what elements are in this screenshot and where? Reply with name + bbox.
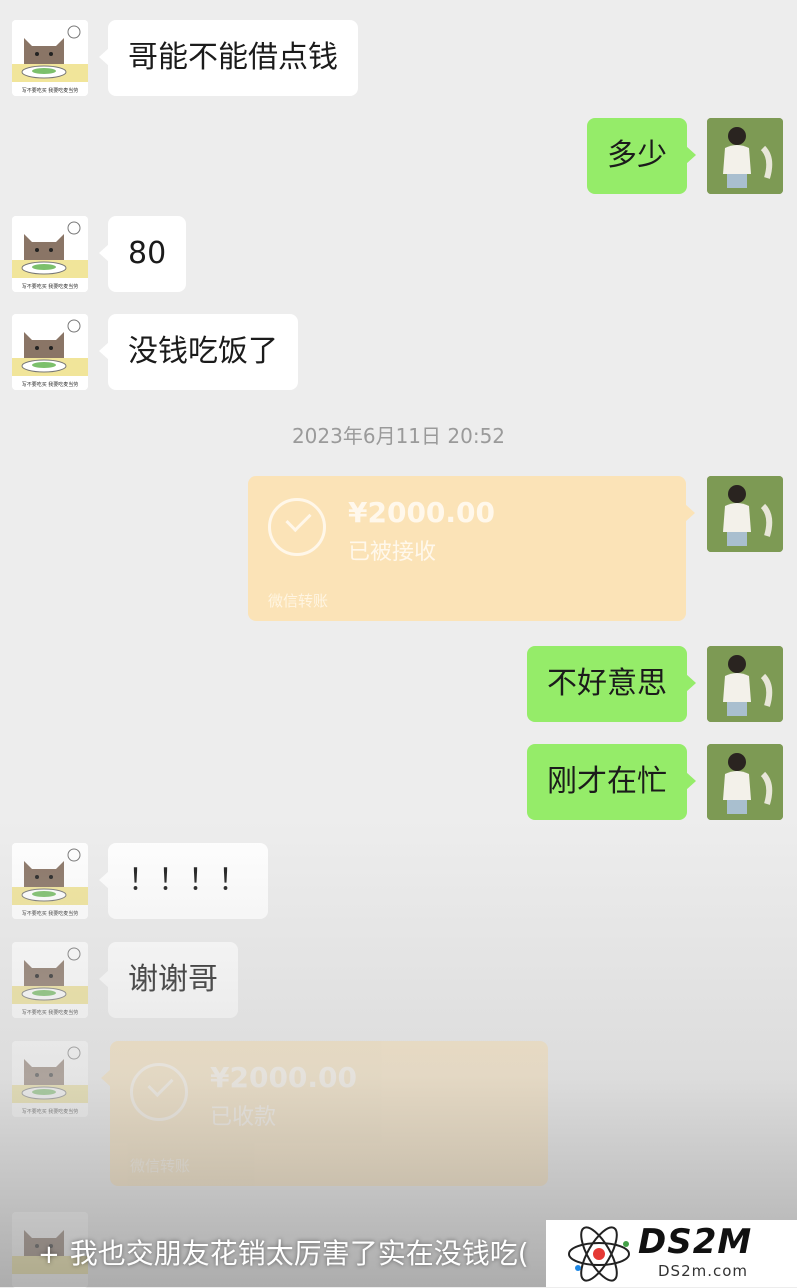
svg-text:写不要吃买 我要吃麦当劳: 写不要吃买 我要吃麦当劳 [22, 381, 79, 388]
message-text: 80 [128, 236, 167, 271]
contact-avatar[interactable]: 写不要吃买 我要吃麦当劳 [12, 942, 88, 1018]
self-avatar[interactable] [707, 476, 783, 552]
message-text: 没钱吃饭了 [128, 334, 278, 369]
transfer-footer: 微信转账 [268, 592, 329, 610]
message-incoming[interactable]: 没钱吃饭了 [99, 314, 298, 390]
cat-avatar-icon: 写不要吃买 我要吃麦当劳 [12, 314, 88, 390]
contact-avatar[interactable]: 写不要吃买 我要吃麦当劳 [12, 20, 88, 96]
message-text: 哥能不能借点钱 [128, 40, 338, 75]
transfer-footer: 微信转账 [130, 1157, 191, 1175]
transfer-amount: ¥2000.00 [210, 1061, 358, 1094]
transfer-card-incoming[interactable]: ¥2000.00 已收款 微信转账 [101, 1041, 548, 1186]
contact-avatar[interactable]: 写不要吃买 我要吃麦当劳 [12, 843, 88, 919]
girl-avatar-icon [707, 744, 783, 820]
svg-text:写不要吃买 我要吃麦当劳: 写不要吃买 我要吃麦当劳 [22, 910, 79, 917]
check-circle-icon [268, 498, 326, 556]
message-outgoing[interactable]: 刚才在忙 [527, 744, 696, 820]
message-incoming[interactable]: ！！！！ [99, 843, 268, 919]
cat-avatar-icon: 写不要吃买 我要吃麦当劳 [12, 216, 88, 292]
message-text: 不好意思 [547, 666, 667, 701]
cat-avatar-icon: 写不要吃买 我要吃麦当劳 [12, 1041, 88, 1117]
transfer-amount: ¥2000.00 [348, 496, 496, 529]
self-avatar[interactable] [707, 744, 783, 820]
self-avatar[interactable] [707, 118, 783, 194]
plus-icon: + [38, 1240, 60, 1270]
cat-avatar-icon: 写不要吃买 我要吃麦当劳 [12, 843, 88, 919]
message-outgoing[interactable]: 多少 [587, 118, 696, 194]
contact-avatar[interactable]: 写不要吃买 我要吃麦当劳 [12, 1041, 88, 1117]
cat-avatar-icon: 写不要吃买 我要吃麦当劳 [12, 20, 88, 96]
svg-text:写不要吃买 我要吃麦当劳: 写不要吃买 我要吃麦当劳 [22, 1009, 79, 1016]
video-caption: + 我也交朋友花销太厉害了实在没钱吃( [38, 1232, 529, 1272]
check-circle-icon [130, 1063, 188, 1121]
svg-text:写不要吃买 我要吃麦当劳: 写不要吃买 我要吃麦当劳 [22, 1108, 79, 1115]
transfer-status: 已收款 [210, 1105, 277, 1130]
caption-text: 我也交朋友花销太厉害了实在没钱吃( [69, 1237, 529, 1270]
cat-avatar-icon: 写不要吃买 我要吃麦当劳 [12, 942, 88, 1018]
message-text: 谢谢哥 [128, 962, 218, 997]
message-incoming[interactable]: 哥能不能借点钱 [99, 20, 358, 96]
svg-text:写不要吃买 我要吃麦当劳: 写不要吃买 我要吃麦当劳 [22, 87, 79, 94]
girl-avatar-icon [707, 646, 783, 722]
atom-logo-icon [568, 1226, 630, 1282]
girl-avatar-icon [707, 476, 783, 552]
girl-avatar-icon [707, 118, 783, 194]
watermark-url: DS2m.com [658, 1262, 749, 1280]
message-text: 多少 [607, 138, 667, 173]
message-outgoing[interactable]: 不好意思 [527, 646, 696, 722]
contact-avatar[interactable]: 写不要吃买 我要吃麦当劳 [12, 314, 88, 390]
message-text: 刚才在忙 [547, 764, 667, 799]
transfer-card-outgoing[interactable]: ¥2000.00 已被接收 微信转账 [248, 476, 695, 621]
message-timestamp: 2023年6月11日 20:52 [291, 424, 506, 448]
message-incoming[interactable]: 80 [98, 216, 187, 292]
svg-text:写不要吃买 我要吃麦当劳: 写不要吃买 我要吃麦当劳 [22, 283, 79, 290]
watermark-logo: DS2M DS2m.com [546, 1220, 797, 1287]
contact-avatar[interactable]: 写不要吃买 我要吃麦当劳 [12, 216, 88, 292]
self-avatar[interactable] [707, 646, 783, 722]
transfer-status: 已被接收 [348, 540, 437, 565]
message-incoming[interactable]: 谢谢哥 [99, 942, 238, 1018]
watermark-title: DS2M [638, 1222, 753, 1262]
message-text: ！！！！ [128, 863, 248, 898]
